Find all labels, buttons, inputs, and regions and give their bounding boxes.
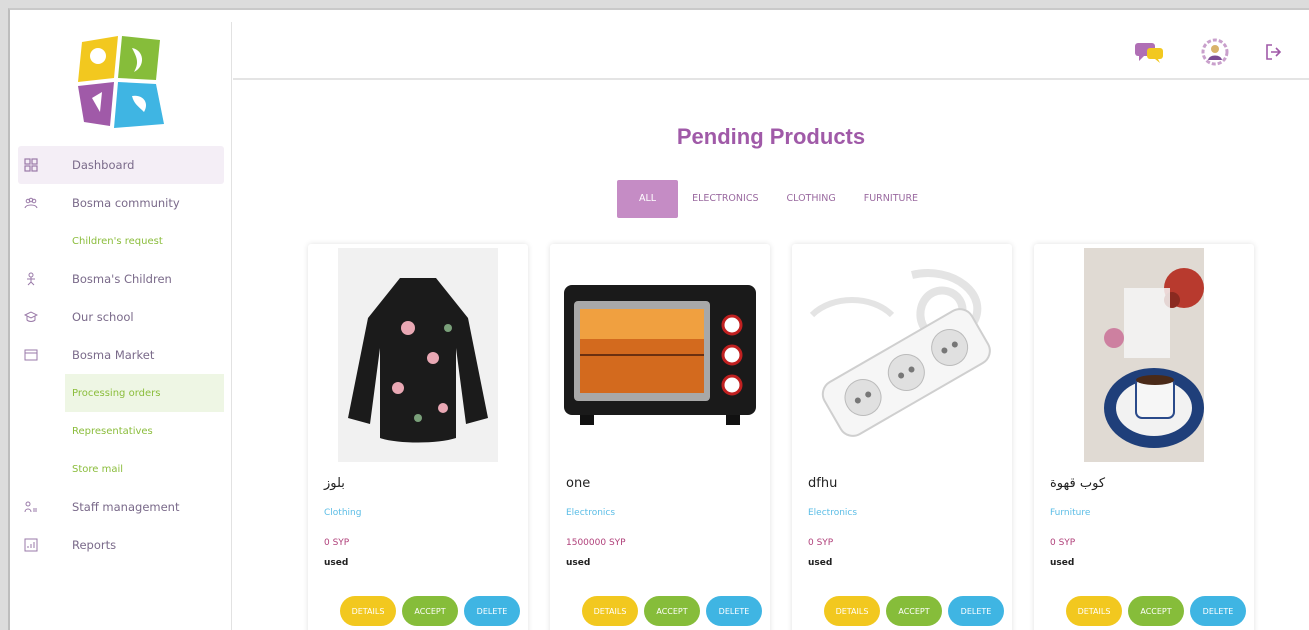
sidebar-item-our-school[interactable]: Our school xyxy=(10,298,232,336)
product-condition: used xyxy=(808,558,833,568)
product-name: dfhu xyxy=(808,476,838,491)
community-icon xyxy=(24,196,38,210)
topbar xyxy=(233,22,1309,80)
product-card: one Electronics 1500000 SYP used DETAILS… xyxy=(550,244,770,630)
product-condition: used xyxy=(324,558,349,568)
product-name: one xyxy=(566,476,591,491)
main-content: Pending Products ALL ELECTRONICS CLOTHIN… xyxy=(233,82,1309,630)
bosma-logo[interactable] xyxy=(70,32,170,132)
coffee-cup-image xyxy=(1044,248,1244,462)
logout-icon[interactable] xyxy=(1263,40,1283,64)
sidebar-item-dashboard[interactable]: Dashboard xyxy=(18,146,224,184)
sidebar-item-label: Staff management xyxy=(72,500,180,514)
sidebar-item-label: Representatives xyxy=(72,425,153,437)
sidebar-item-label: Store mail xyxy=(72,463,124,475)
product-price: 0 SYP xyxy=(1050,538,1076,548)
blouse-image xyxy=(318,248,518,462)
sidebar-item-reports[interactable]: Reports xyxy=(10,526,232,564)
sidebar-item-label: Processing orders xyxy=(72,387,161,399)
page-title: Pending Products xyxy=(676,124,866,149)
details-button[interactable]: DETAILS xyxy=(340,596,396,626)
filter-furniture[interactable]: FURNITURE xyxy=(850,180,932,218)
accept-button[interactable]: ACCEPT xyxy=(1128,596,1184,626)
product-price: 0 SYP xyxy=(324,538,350,548)
product-condition: used xyxy=(1050,558,1075,568)
sidebar-item-label: Bosma Market xyxy=(72,348,155,362)
power-strip-image xyxy=(802,248,1002,462)
sidebar-item-label: Children's request xyxy=(72,235,163,247)
sidebar-item-childrens-request[interactable]: Children's request xyxy=(10,222,232,260)
sidebar-item-bosma-market[interactable]: Bosma Market xyxy=(10,336,232,374)
sidebar-item-bosmas-children[interactable]: Bosma's Children xyxy=(10,260,232,298)
product-price: 1500000 SYP xyxy=(566,538,626,548)
market-icon xyxy=(24,348,38,362)
details-button[interactable]: DETAILS xyxy=(1066,596,1122,626)
sidebar: Dashboard Bosma community Children's req… xyxy=(10,22,232,630)
product-category: Furniture xyxy=(1050,508,1091,518)
product-category: Clothing xyxy=(324,508,362,518)
reports-icon xyxy=(24,538,38,552)
accept-button[interactable]: ACCEPT xyxy=(886,596,942,626)
product-actions: DETAILS ACCEPT DELETE xyxy=(824,596,1004,626)
product-actions: DETAILS ACCEPT DELETE xyxy=(1066,596,1246,626)
sidebar-item-store-mail[interactable]: Store mail xyxy=(10,450,232,488)
school-icon xyxy=(24,310,38,324)
product-category: Electronics xyxy=(808,508,858,518)
delete-button[interactable]: DELETE xyxy=(948,596,1004,626)
staff-icon xyxy=(24,500,38,514)
product-condition: used xyxy=(566,558,591,568)
sidebar-item-label: Bosma's Children xyxy=(72,272,172,286)
chat-icon[interactable] xyxy=(1133,40,1165,64)
sidebar-item-community[interactable]: Bosma community xyxy=(10,184,232,222)
app-window: Dashboard Bosma community Children's req… xyxy=(8,8,1309,630)
dashboard-icon xyxy=(24,158,38,172)
product-card: بلوز Clothing 0 SYP used DETAILS ACCEPT … xyxy=(308,244,528,630)
sidebar-item-label: Our school xyxy=(72,310,134,324)
category-filter-tabs: ALL ELECTRONICS CLOTHING FURNITURE xyxy=(617,180,932,218)
delete-button[interactable]: DELETE xyxy=(706,596,762,626)
product-card: dfhu Electronics 0 SYP used DETAILS ACCE… xyxy=(792,244,1012,630)
child-icon xyxy=(24,272,38,286)
product-price: 0 SYP xyxy=(808,538,834,548)
filter-all[interactable]: ALL xyxy=(617,180,679,218)
accept-button[interactable]: ACCEPT xyxy=(402,596,458,626)
sidebar-item-staff-management[interactable]: Staff management xyxy=(10,488,232,526)
sidebar-item-label: Bosma community xyxy=(72,196,180,210)
profile-settings-icon[interactable] xyxy=(1201,38,1229,66)
oven-image xyxy=(560,248,760,462)
filter-electronics[interactable]: ELECTRONICS xyxy=(678,180,772,218)
sidebar-item-label: Reports xyxy=(72,538,117,552)
product-card: كوب قهوة Furniture 0 SYP used DETAILS AC… xyxy=(1034,244,1254,630)
product-actions: DETAILS ACCEPT DELETE xyxy=(340,596,520,626)
filter-clothing[interactable]: CLOTHING xyxy=(772,180,849,218)
product-actions: DETAILS ACCEPT DELETE xyxy=(582,596,762,626)
details-button[interactable]: DETAILS xyxy=(824,596,880,626)
sidebar-item-representatives[interactable]: Representatives xyxy=(10,412,232,450)
sidebar-item-processing-orders[interactable]: Processing orders xyxy=(65,374,224,412)
details-button[interactable]: DETAILS xyxy=(582,596,638,626)
delete-button[interactable]: DELETE xyxy=(464,596,520,626)
product-category: Electronics xyxy=(566,508,616,518)
product-name: بلوز xyxy=(324,476,345,491)
accept-button[interactable]: ACCEPT xyxy=(644,596,700,626)
delete-button[interactable]: DELETE xyxy=(1190,596,1246,626)
product-name: كوب قهوة xyxy=(1050,476,1106,491)
sidebar-item-label: Dashboard xyxy=(72,158,135,172)
sidebar-nav: Dashboard Bosma community Children's req… xyxy=(10,146,232,564)
